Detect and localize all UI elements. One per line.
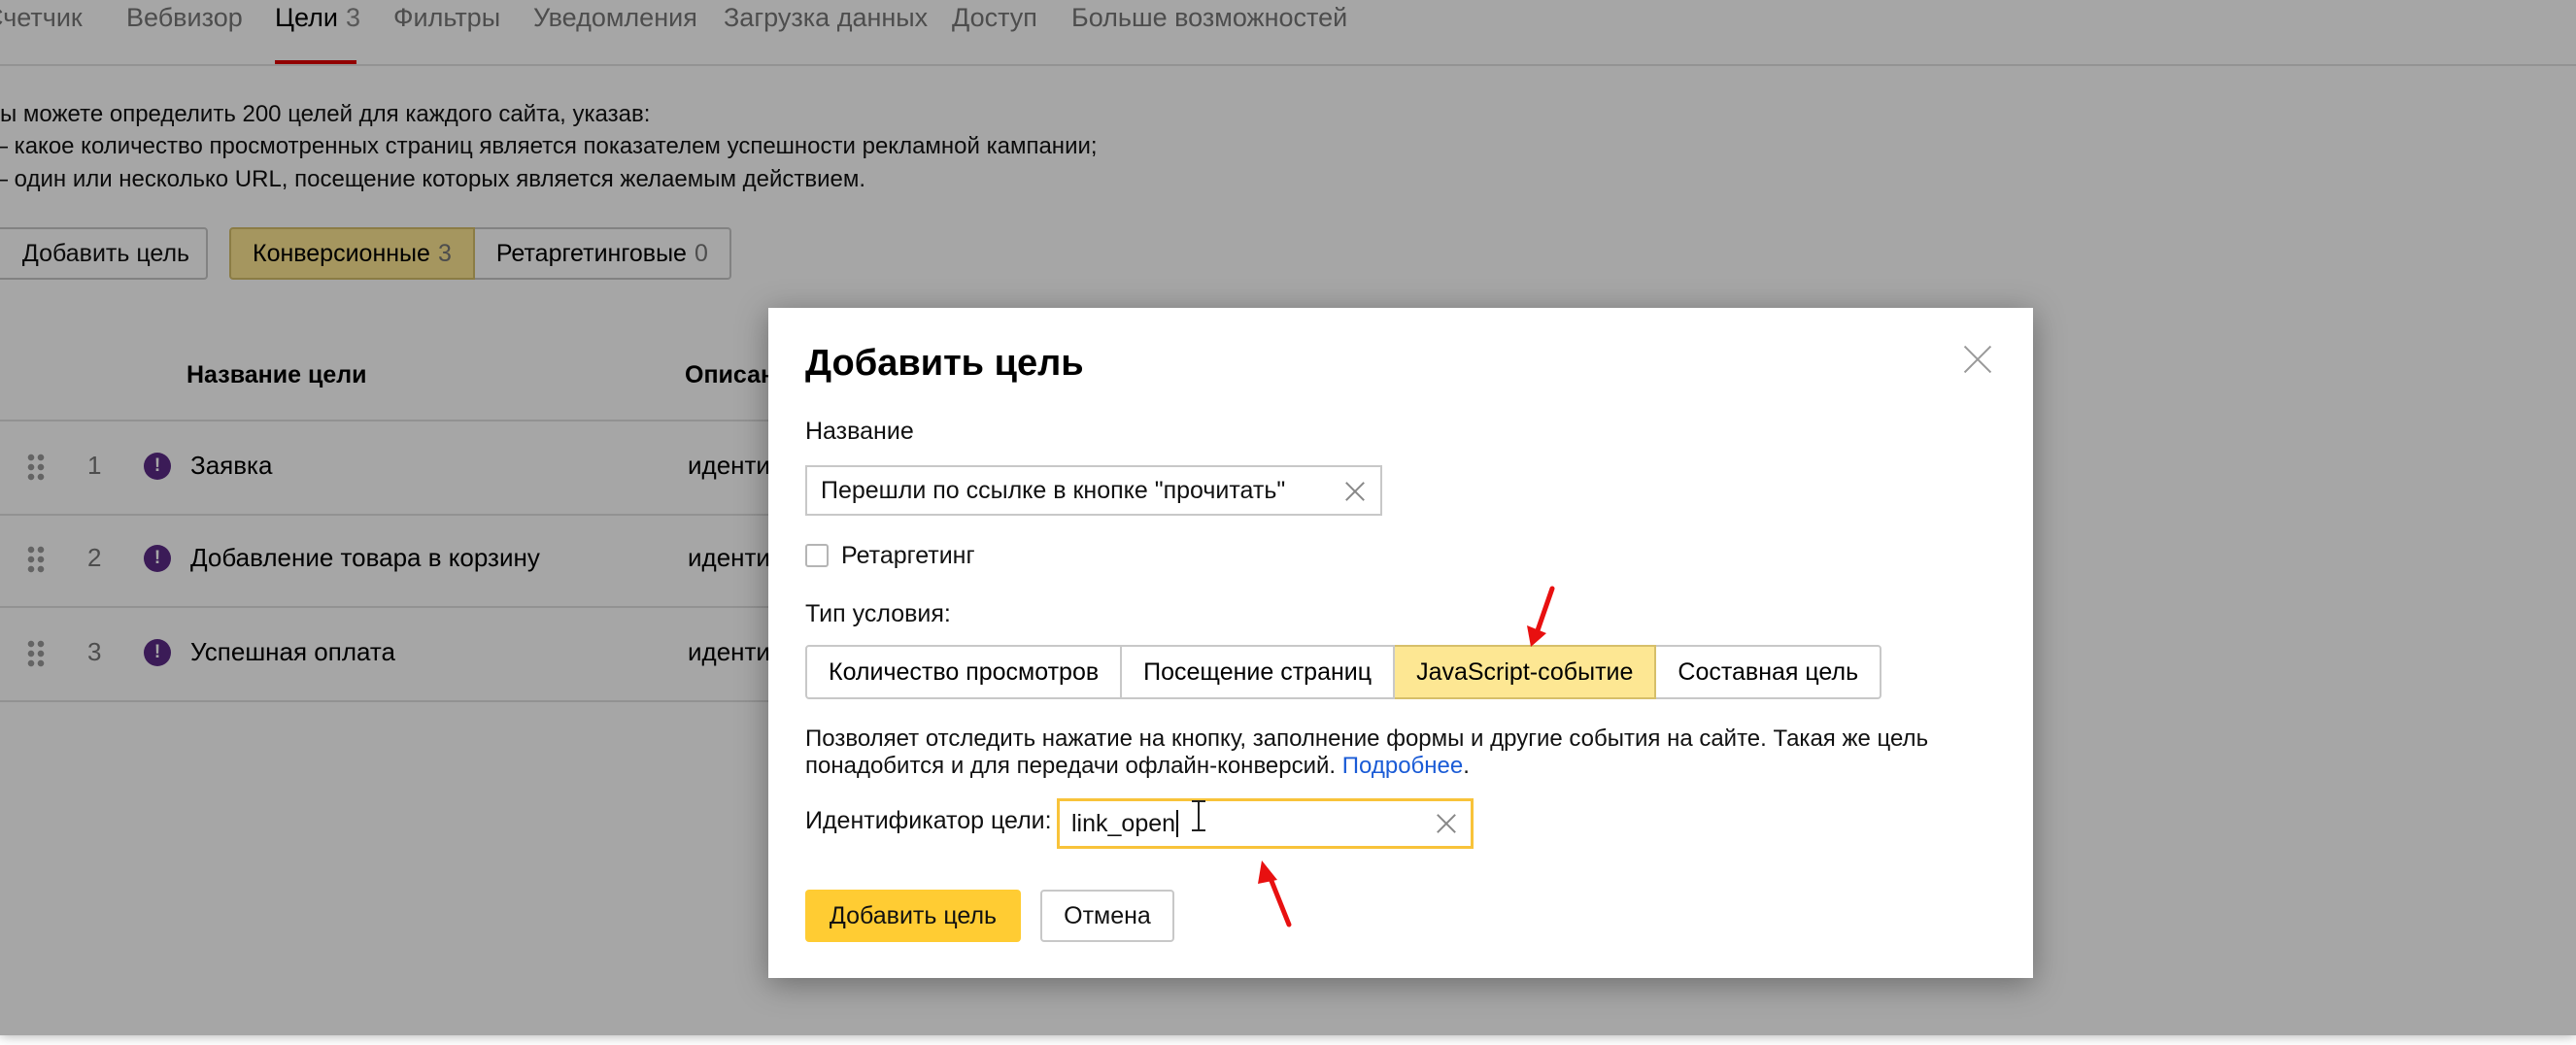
annotation-arrow xyxy=(1258,860,1292,927)
goal-id-value: link_open xyxy=(1071,809,1176,837)
clear-icon[interactable] xyxy=(1436,813,1457,834)
name-label: Название xyxy=(805,418,914,445)
dialog-title: Добавить цель xyxy=(805,343,1084,384)
submit-add-goal-button[interactable]: Добавить цель xyxy=(805,890,1021,942)
close-icon[interactable] xyxy=(1961,343,1994,376)
retargeting-label: Ретаргетинг xyxy=(841,542,975,569)
retargeting-checkbox[interactable] xyxy=(805,544,829,567)
add-goal-dialog: Добавить цель Название Перешли по ссылке… xyxy=(768,308,2033,978)
condition-type-selector: Количество просмотров Посещение страниц … xyxy=(805,645,1882,699)
text-caret xyxy=(1176,810,1179,837)
condition-pageviews[interactable]: Количество просмотров xyxy=(805,645,1123,699)
condition-type-label: Тип условия: xyxy=(805,600,951,627)
more-link[interactable]: Подробнее xyxy=(1342,753,1463,779)
text-cursor-icon xyxy=(1192,800,1205,831)
goal-id-label: Идентификатор цели: xyxy=(805,807,1052,834)
clear-icon[interactable] xyxy=(1344,481,1366,502)
condition-javascript-event[interactable]: JavaScript-событие xyxy=(1395,645,1657,699)
goal-name-input[interactable]: Перешли по ссылке в кнопке "прочитать" xyxy=(805,465,1382,516)
page-frame: Счетчик Вебвизор Цели3 Фильтры Уведомлен… xyxy=(0,0,2576,1035)
annotation-arrow xyxy=(1527,586,1555,647)
condition-description: Позволяет отследить нажатие на кнопку, з… xyxy=(805,725,1929,779)
condition-composite[interactable]: Составная цель xyxy=(1656,645,1882,699)
condition-page-visits[interactable]: Посещение страниц xyxy=(1122,645,1396,699)
goal-id-input[interactable]: link_open xyxy=(1057,798,1474,849)
cancel-button[interactable]: Отмена xyxy=(1040,890,1174,942)
goal-name-value: Перешли по ссылке в кнопке "прочитать" xyxy=(821,476,1286,504)
